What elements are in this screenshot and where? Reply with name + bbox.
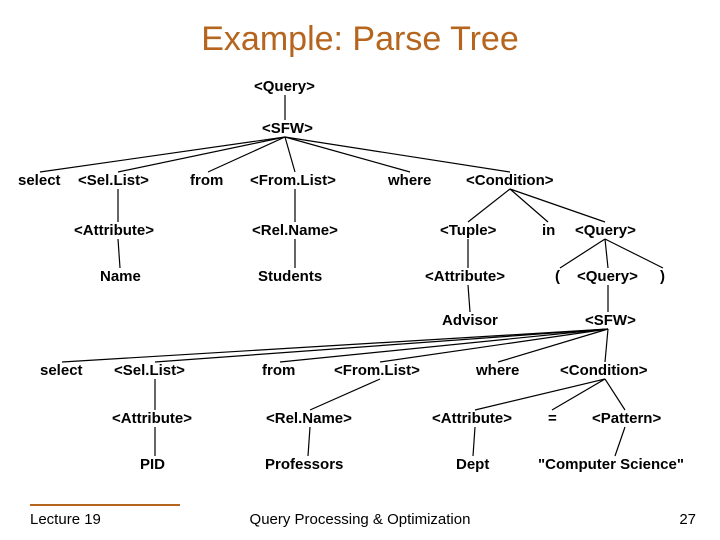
tree-node-from2: from <box>262 362 295 379</box>
tree-node-students: Students <box>258 268 322 285</box>
tree-node-in: in <box>542 222 555 239</box>
footer-rule <box>30 504 180 506</box>
tree-node-pattern: <Pattern> <box>592 410 661 427</box>
tree-node-condition: <Condition> <box>466 172 554 189</box>
tree-node-from: from <box>190 172 223 189</box>
tree-node-attribute1: <Attribute> <box>74 222 154 239</box>
tree-node-advisor: Advisor <box>442 312 498 329</box>
tree-node-lparen: ( <box>555 268 560 285</box>
tree-node-query2: <Query> <box>575 222 636 239</box>
slide-number: 27 <box>679 511 696 528</box>
tree-node-tuple: <Tuple> <box>440 222 496 239</box>
tree-node-attribute3: <Attribute> <box>112 410 192 427</box>
tree-node-dept: Dept <box>456 456 489 473</box>
tree-node-relname1: <Rel.Name> <box>252 222 338 239</box>
tree-node-select2: select <box>40 362 83 379</box>
tree-node-condition2: <Condition> <box>560 362 648 379</box>
tree-node-select: select <box>18 172 61 189</box>
tree-node-professors: Professors <box>265 456 343 473</box>
tree-node-fromlist2: <From.List> <box>334 362 420 379</box>
tree-node-cs: "Computer Science" <box>538 456 684 473</box>
footer-subject: Query Processing & Optimization <box>0 511 720 528</box>
tree-node-sfw: <SFW> <box>262 120 313 137</box>
tree-node-name: Name <box>100 268 141 285</box>
tree-node-pid: PID <box>140 456 165 473</box>
tree-node-sellist: <Sel.List> <box>78 172 149 189</box>
tree-node-attribute2: <Attribute> <box>425 268 505 285</box>
tree-node-rparen: ) <box>660 268 665 285</box>
tree-node-sfw2: <SFW> <box>585 312 636 329</box>
tree-node-query: <Query> <box>254 78 315 95</box>
tree-node-where: where <box>388 172 431 189</box>
tree-node-eq: = <box>548 410 557 427</box>
tree-node-where2: where <box>476 362 519 379</box>
tree-node-fromlist: <From.List> <box>250 172 336 189</box>
tree-node-relname2: <Rel.Name> <box>266 410 352 427</box>
tree-node-query3: <Query> <box>577 268 638 285</box>
tree-node-sellist2: <Sel.List> <box>114 362 185 379</box>
slide-title: Example: Parse Tree <box>0 20 720 59</box>
tree-node-attribute4: <Attribute> <box>432 410 512 427</box>
